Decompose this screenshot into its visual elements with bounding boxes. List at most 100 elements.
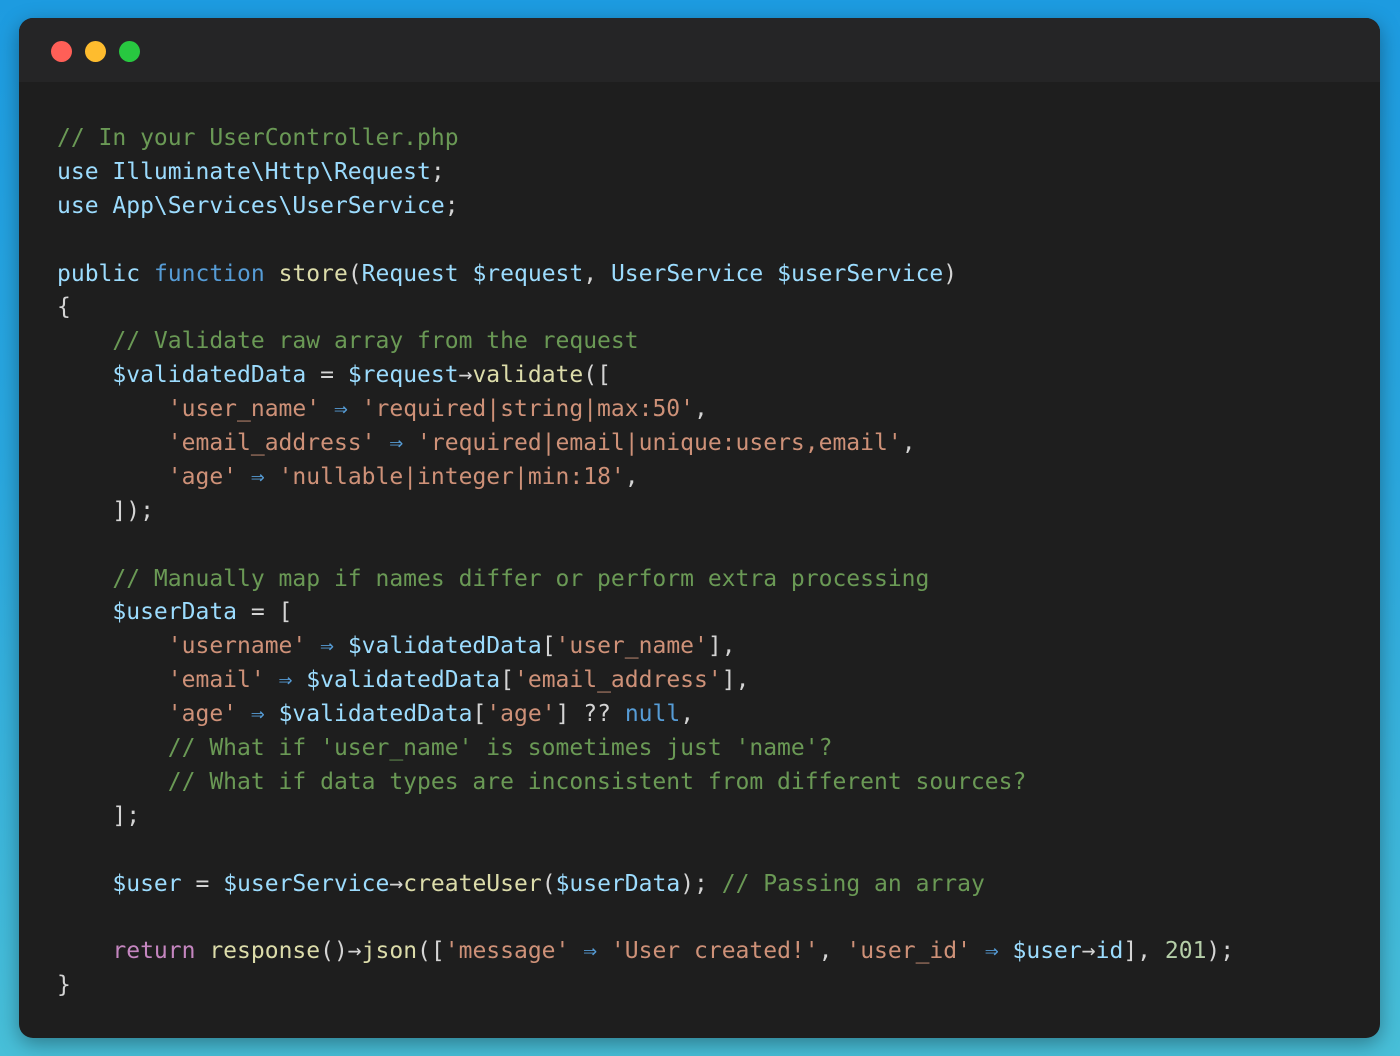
code-token-var: $request xyxy=(472,260,584,287)
code-token-comment: // In your UserController.php xyxy=(57,125,459,151)
code-token-string: 'age' xyxy=(167,463,238,490)
code-token-type: UserService xyxy=(610,260,778,287)
code-token-string: 'user_name' xyxy=(167,396,321,423)
code-token-string: 'nullable|integer|min:18' xyxy=(278,463,625,490)
code-token-namespace: App\Services\UserService xyxy=(112,192,445,219)
maximize-window-icon[interactable] xyxy=(119,41,140,62)
code-token-punct: , xyxy=(680,701,695,728)
code-line: ]; xyxy=(57,800,1234,834)
code-token-var: $validatedData xyxy=(306,667,501,694)
code-token-var: $validatedData xyxy=(278,701,473,728)
code-token-string: 'user_id' xyxy=(846,938,971,965)
code-line: $validatedData = $request→validate([ xyxy=(57,359,1234,393)
code-token-punct: ()→ xyxy=(320,938,362,965)
code-token-op: ⇒ xyxy=(569,938,611,965)
code-token-string: 'email' xyxy=(167,667,265,694)
code-token-namespace: use xyxy=(57,192,113,219)
code-token-op: ⇒ xyxy=(320,396,362,423)
code-line: // Manually map if names differ or perfo… xyxy=(57,563,1234,597)
code-token-punct: [ xyxy=(541,633,556,660)
code-token-type: Request xyxy=(361,260,473,287)
code-token-punct: [ xyxy=(500,667,514,694)
code-token-control: return xyxy=(112,938,210,965)
code-line: $userData = [ xyxy=(57,596,1234,630)
code-token-string: 'email_address' xyxy=(514,667,722,694)
code-line: 'username' ⇒ $validatedData['user_name']… xyxy=(57,630,1234,664)
code-token-punct: ]; xyxy=(57,802,141,829)
code-line: return response()→json(['message' ⇒ 'Use… xyxy=(57,935,1234,969)
code-line: 'age' ⇒ 'nullable|integer|min:18', xyxy=(57,461,1234,495)
code-line: 'user_name' ⇒ 'required|string|max:50', xyxy=(57,393,1234,427)
code-token-punct: ] ?? xyxy=(555,701,625,728)
code-token-var: $request xyxy=(347,362,459,389)
code-token-string: 'User created!' xyxy=(610,938,819,965)
code-token-punct xyxy=(57,396,168,422)
code-token-punct: ); xyxy=(680,870,722,897)
code-token-punct xyxy=(57,633,168,659)
code-token-punct: ([ xyxy=(417,938,445,965)
code-token-comment: // What if data types are inconsistent f… xyxy=(57,768,1027,795)
code-line: // In your UserController.php xyxy=(57,122,1234,156)
code-token-punct: ], xyxy=(1123,938,1165,965)
code-line: // What if data types are inconsistent f… xyxy=(57,766,1234,800)
code-token-punct: ]); xyxy=(57,497,154,524)
close-window-icon[interactable] xyxy=(51,41,72,62)
code-token-var: $user xyxy=(112,870,182,897)
minimize-window-icon[interactable] xyxy=(85,41,106,62)
code-token-punct: → xyxy=(1081,938,1096,965)
code-token-comment: // Passing an array xyxy=(721,870,985,897)
code-token-var: $validatedData xyxy=(112,362,307,389)
code-line: use Illuminate\Http\Request; xyxy=(57,156,1234,190)
code-token-punct: ], xyxy=(707,633,736,660)
code-token-punct: ( xyxy=(347,260,362,287)
code-token-punct xyxy=(57,599,112,625)
code-token-punct: = [ xyxy=(237,599,293,626)
code-block: // In your UserController.php use Illumin… xyxy=(57,122,1234,1003)
code-token-op: ⇒ xyxy=(375,430,418,457)
code-token-number: 201 xyxy=(1164,938,1207,965)
code-token-punct xyxy=(57,362,112,388)
code-token-var: $userData xyxy=(112,599,238,626)
code-token-punct: } xyxy=(57,972,71,999)
code-token-func: response xyxy=(209,938,321,965)
code-token-string: 'required|email|unique:users,email' xyxy=(417,430,902,457)
code-token-punct xyxy=(57,464,168,490)
code-token-op: ⇒ xyxy=(237,463,279,490)
code-token-var: id xyxy=(1095,938,1124,965)
code-line: 'age' ⇒ $validatedData['age'] ?? null, xyxy=(57,698,1234,732)
code-token-punct: ; xyxy=(444,192,459,219)
code-token-punct xyxy=(57,667,168,693)
code-token-punct: ( xyxy=(541,870,556,897)
code-token-namespace: public xyxy=(57,260,154,287)
code-window: // In your UserController.php use Illumin… xyxy=(19,18,1380,1038)
code-token-punct: ); xyxy=(1206,938,1235,965)
code-token-punct: = xyxy=(306,362,348,389)
code-line: { xyxy=(57,291,1234,325)
code-line: $user = $userService→createUser($userDat… xyxy=(57,868,1234,902)
code-token-punct: , xyxy=(694,396,708,423)
code-token-punct: [ xyxy=(472,701,487,728)
code-token-punct xyxy=(57,430,168,456)
code-token-keyword: function xyxy=(153,260,279,287)
code-token-punct xyxy=(57,938,112,964)
code-token-string: 'username' xyxy=(167,633,307,660)
window-titlebar xyxy=(19,18,1380,82)
code-token-punct: ], xyxy=(721,667,750,694)
code-token-op: ⇒ xyxy=(970,938,1013,965)
code-token-punct: ; xyxy=(430,158,445,185)
code-token-comment: // What if 'user_name' is sometimes just… xyxy=(57,735,833,762)
code-token-func: validate xyxy=(472,362,584,389)
code-token-op: ⇒ xyxy=(264,667,307,694)
code-token-var: $userService xyxy=(223,870,390,897)
code-token-punct: = xyxy=(181,870,224,897)
code-line: } xyxy=(57,969,1234,1003)
code-token-comment: // Validate raw array from the request xyxy=(57,328,639,355)
code-token-namespace: use xyxy=(57,158,113,185)
code-token-op: ⇒ xyxy=(306,633,348,660)
code-token-punct: → xyxy=(458,362,473,389)
code-token-func: createUser xyxy=(403,870,542,897)
code-token-punct: , xyxy=(818,938,847,965)
code-token-string: 'age' xyxy=(486,701,556,728)
code-token-var: $user xyxy=(1012,938,1082,965)
